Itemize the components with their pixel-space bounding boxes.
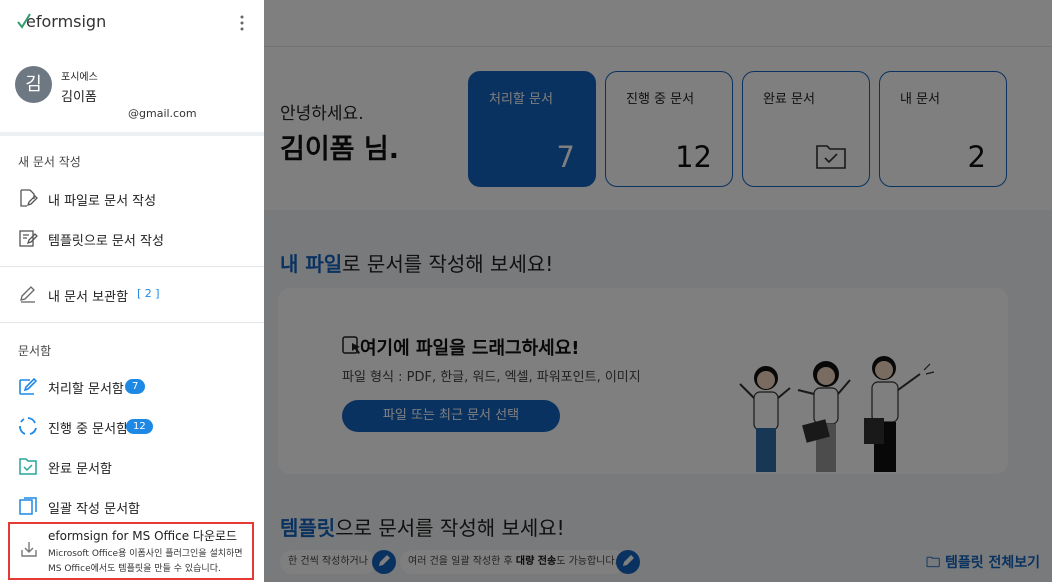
sidebar-item-new-from-file[interactable]: 내 파일로 문서 작성	[0, 181, 264, 215]
inbox-group-label: 문서함	[18, 344, 52, 358]
sidebar-item-new-from-template[interactable]: 템플릿으로 문서 작성	[0, 221, 264, 255]
bulk-doc-icon	[19, 497, 37, 515]
progress-icon	[19, 417, 37, 435]
brand-logo[interactable]: eformsign	[26, 12, 106, 31]
divider	[0, 322, 264, 323]
file-edit-icon	[20, 189, 38, 207]
count-badge: 12	[126, 419, 153, 434]
sidebar-item-label: 내 파일로 문서 작성	[48, 194, 157, 209]
sidebar-item-label: 처리할 문서함	[48, 382, 124, 397]
sidebar-item-my-storage[interactable]: 내 문서 보관함 [ 2 ]	[0, 277, 264, 311]
dim-overlay[interactable]	[264, 0, 1052, 582]
sidebar: eformsign 김 포시에스 김이폼 @gmail.com 새 문서 작성 …	[0, 0, 264, 582]
download-icon	[21, 542, 37, 557]
more-options-icon[interactable]	[238, 14, 246, 32]
office-plugin-download[interactable]: eformsign for MS Office 다운로드 Microsoft O…	[8, 522, 254, 580]
edit-doc-icon	[19, 377, 38, 395]
avatar[interactable]: 김	[15, 66, 52, 103]
storage-count: [ 2 ]	[137, 287, 160, 300]
company-name: 포시에스	[61, 72, 98, 83]
sidebar-item-label: 템플릿으로 문서 작성	[48, 234, 164, 249]
count-badge: 7	[125, 379, 146, 394]
sidebar-item-label: 내 문서 보관함	[48, 290, 129, 305]
office-promo-line2: MS Office에서도 템플릿을 만들 수 있습니다.	[48, 564, 221, 574]
sidebar-item-label: 일괄 작성 문서함	[48, 502, 140, 517]
template-edit-icon	[19, 230, 38, 247]
divider	[0, 132, 264, 136]
user-name: 김이폼	[61, 90, 97, 105]
sidebar-item-to-process[interactable]: 처리할 문서함 7	[0, 369, 264, 403]
sidebar-item-in-progress[interactable]: 진행 중 문서함 12	[0, 409, 264, 443]
user-email: @gmail.com	[128, 107, 197, 120]
sidebar-item-completed[interactable]: 완료 문서함	[0, 449, 264, 483]
office-promo-line1: Microsoft Office용 이폼사인 플러그인을 설치하면	[48, 549, 243, 559]
check-folder-icon	[19, 458, 37, 475]
sidebar-item-bulk[interactable]: 일괄 작성 문서함	[0, 489, 264, 523]
office-promo-title: eformsign for MS Office 다운로드	[48, 529, 238, 543]
sidebar-item-label: 완료 문서함	[48, 462, 112, 477]
new-doc-group-label: 새 문서 작성	[18, 155, 81, 169]
sidebar-item-label: 진행 중 문서함	[48, 422, 129, 437]
divider	[0, 266, 264, 267]
pencil-icon	[20, 286, 35, 303]
